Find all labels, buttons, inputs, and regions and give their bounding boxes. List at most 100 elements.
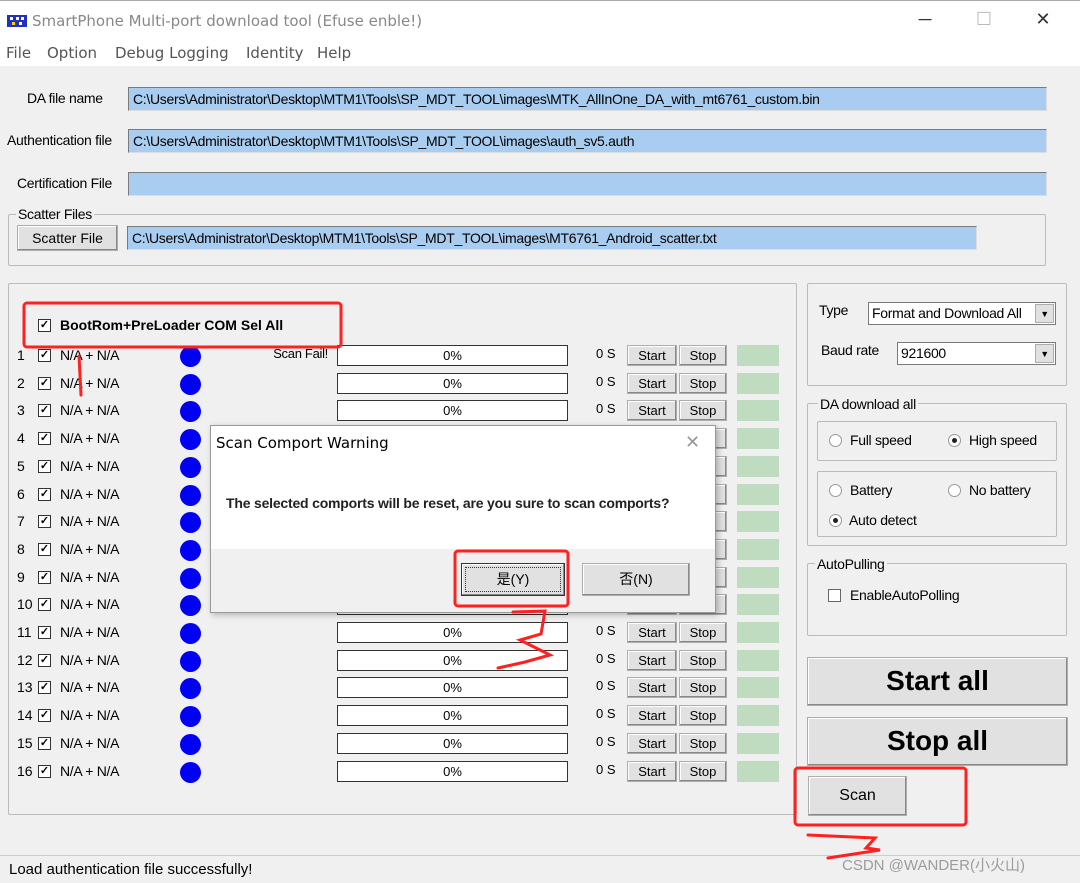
minimize-icon[interactable]: ─: [910, 9, 940, 30]
chevron-down-icon[interactable]: ▼: [1035, 304, 1054, 323]
maximize-icon[interactable]: ☐: [969, 9, 999, 30]
port-start-button[interactable]: Start: [627, 760, 677, 782]
port-stop-button[interactable]: Stop: [679, 705, 727, 727]
port-result-indicator: [737, 372, 779, 394]
high-speed-radio[interactable]: [948, 434, 961, 447]
port-status-indicator: [180, 761, 201, 783]
type-value: Format and Download All: [872, 305, 1022, 321]
port-time: 0 S: [596, 346, 616, 361]
port-name: N/A + N/A: [60, 513, 120, 530]
port-stop-button[interactable]: Stop: [679, 622, 727, 643]
port-checkbox[interactable]: ✓: [38, 653, 51, 667]
da-file-field[interactable]: C:\Users\Administrator\Desktop\MTM1\Tool…: [128, 87, 1047, 111]
port-checkbox[interactable]: ✓: [38, 349, 51, 362]
port-start-button[interactable]: Start: [627, 400, 677, 422]
auth-file-field[interactable]: C:\Users\Administrator\Desktop\MTM1\Tool…: [128, 129, 1047, 153]
port-result-indicator: [737, 400, 779, 422]
baud-value: 921600: [901, 345, 946, 361]
port-result-indicator: [737, 705, 779, 727]
port-checkbox[interactable]: ✓: [38, 404, 51, 418]
port-row: 2 ✓ N/A + N/A 0% 0 S Start Stop: [0, 372, 790, 397]
port-checkbox[interactable]: ✓: [38, 764, 51, 778]
close-icon[interactable]: ✕: [685, 432, 700, 453]
port-start-button[interactable]: Start: [627, 345, 677, 366]
port-stop-button[interactable]: Stop: [679, 372, 727, 394]
port-checkbox[interactable]: ✓: [38, 432, 51, 446]
no-battery-radio[interactable]: [948, 484, 961, 497]
port-start-button[interactable]: Start: [627, 732, 677, 754]
scatter-file-field[interactable]: C:\Users\Administrator\Desktop\MTM1\Tool…: [127, 226, 977, 250]
port-name: N/A + N/A: [60, 651, 120, 668]
port-number: 9: [17, 568, 25, 585]
type-label: Type: [819, 302, 849, 318]
port-checkbox[interactable]: ✓: [38, 570, 51, 584]
port-stop-button[interactable]: Stop: [679, 345, 727, 366]
auto-detect-label: Auto detect: [849, 512, 917, 528]
port-name: N/A + N/A: [60, 485, 120, 502]
autopolling-checkbox[interactable]: [828, 589, 841, 602]
port-checkbox[interactable]: ✓: [38, 598, 51, 612]
port-checkbox[interactable]: ✓: [38, 681, 51, 695]
port-status-indicator: [180, 429, 201, 451]
port-row: 15 ✓ N/A + N/A 0% 0 S Start Stop: [0, 732, 790, 757]
port-start-button[interactable]: Start: [627, 622, 677, 643]
port-status-indicator: [180, 567, 201, 589]
port-checkbox[interactable]: ✓: [38, 542, 51, 556]
port-result-indicator: [737, 538, 779, 560]
stop-all-button[interactable]: Stop all: [807, 717, 1068, 766]
menu-debug-logging[interactable]: Debug Logging: [115, 44, 229, 62]
battery-radio[interactable]: [829, 484, 842, 497]
start-all-button[interactable]: Start all: [807, 657, 1068, 706]
port-start-button[interactable]: Start: [627, 649, 677, 671]
baud-select[interactable]: 921600 ▼: [897, 342, 1056, 365]
port-stop-button[interactable]: Stop: [679, 677, 727, 699]
port-status-indicator: [180, 539, 201, 561]
menu-file[interactable]: File: [6, 44, 31, 62]
menu-help[interactable]: Help: [317, 44, 351, 62]
port-start-button[interactable]: Start: [627, 372, 677, 394]
port-status-text: Scan Fail!: [273, 346, 328, 361]
port-row: 1 ✓ N/A + N/A Scan Fail! 0% 0 S Start St…: [0, 345, 790, 369]
menu-identity[interactable]: Identity: [246, 44, 304, 62]
port-stop-button[interactable]: Stop: [679, 732, 727, 754]
type-select[interactable]: Format and Download All ▼: [868, 302, 1056, 325]
port-name: N/A + N/A: [60, 624, 120, 640]
port-progress-bar: 0%: [337, 400, 568, 422]
auto-detect-radio[interactable]: [829, 514, 842, 527]
dialog-message: The selected comports will be reset, are…: [226, 495, 670, 511]
port-name: N/A + N/A: [60, 457, 120, 474]
menu-option[interactable]: Option: [47, 44, 97, 62]
port-checkbox[interactable]: ✓: [38, 515, 51, 529]
port-progress-bar: 0%: [337, 760, 568, 782]
menu-bar: File Option Debug Logging Identity Help: [0, 40, 1080, 66]
port-checkbox[interactable]: ✓: [38, 626, 51, 639]
port-result-indicator: [737, 594, 779, 616]
port-row: 11 ✓ N/A + N/A 0% 0 S Start Stop: [0, 622, 790, 646]
port-status-indicator: [180, 373, 201, 395]
scatter-group-label: Scatter Files: [16, 206, 94, 222]
cert-file-label: Certification File: [17, 175, 112, 191]
port-stop-button[interactable]: Stop: [679, 649, 727, 671]
close-icon[interactable]: ✕: [1028, 9, 1058, 30]
port-stop-button[interactable]: Stop: [679, 400, 727, 422]
port-status-indicator: [180, 484, 201, 506]
full-speed-radio[interactable]: [829, 434, 842, 447]
no-button[interactable]: 否(N): [582, 563, 690, 596]
port-checkbox[interactable]: ✓: [38, 376, 51, 390]
port-progress-bar: 0%: [337, 705, 568, 727]
sel-all-checkbox[interactable]: ✓: [38, 319, 51, 332]
port-start-button[interactable]: Start: [627, 677, 677, 699]
port-number: 10: [17, 596, 33, 613]
scatter-file-button[interactable]: Scatter File: [17, 225, 118, 251]
scan-button[interactable]: Scan: [808, 776, 907, 816]
port-time: 0 S: [596, 761, 616, 777]
port-checkbox[interactable]: ✓: [38, 487, 51, 501]
port-checkbox[interactable]: ✓: [38, 709, 51, 723]
cert-file-field[interactable]: [128, 172, 1047, 196]
yes-button[interactable]: 是(Y): [461, 563, 565, 596]
port-start-button[interactable]: Start: [627, 705, 677, 727]
chevron-down-icon[interactable]: ▼: [1035, 344, 1054, 363]
port-checkbox[interactable]: ✓: [38, 459, 51, 473]
port-stop-button[interactable]: Stop: [679, 760, 727, 782]
port-checkbox[interactable]: ✓: [38, 736, 51, 750]
